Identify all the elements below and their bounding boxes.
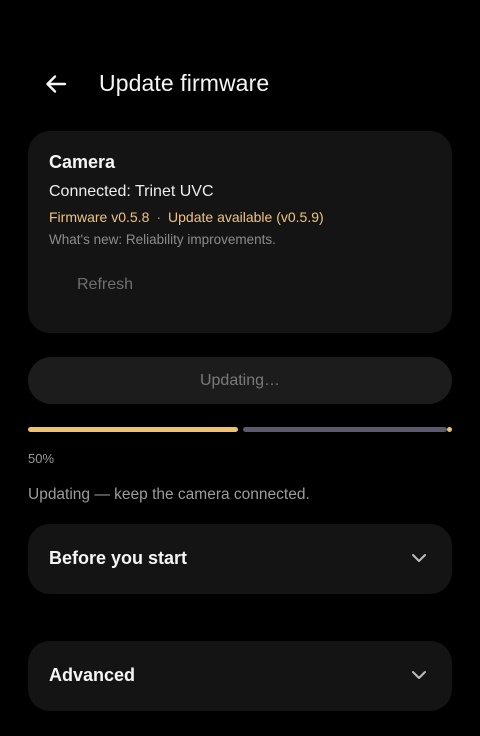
progress-percent: 50% <box>28 451 55 466</box>
firmware-info: Firmware v0.5.8 · Update available (v0.5.9… <box>49 209 324 225</box>
chevron-down-icon <box>412 671 426 679</box>
arrow-left-icon <box>46 75 67 93</box>
app-bar: Update firmware <box>0 56 480 112</box>
progress-fill <box>28 427 238 432</box>
advanced-section[interactable]: Advanced <box>28 641 452 711</box>
device-card: Camera Connected: Trinet UVC Firmware v0… <box>28 131 452 333</box>
updating-button[interactable]: Updating… <box>28 357 452 404</box>
firmware-current-version: Firmware v0.5.8 <box>49 209 150 225</box>
before-you-start-section[interactable]: Before you start <box>28 524 452 594</box>
progress-track <box>243 427 447 432</box>
connection-status: Connected: Trinet UVC <box>49 183 214 200</box>
separator-dot: · <box>156 209 162 225</box>
section-label: Before you start <box>49 548 188 568</box>
card-heading: Camera <box>49 152 116 172</box>
back-button[interactable] <box>36 64 76 104</box>
update-status-text: Updating — keep the camera connected. <box>28 486 310 503</box>
chevron-down-icon <box>412 554 426 562</box>
update-progress-bar <box>28 427 452 432</box>
update-available-text: Update available (v0.5.9) <box>168 209 324 225</box>
page-title: Update firmware <box>99 70 270 96</box>
whats-new-text: What's new: Reliability improvements. <box>49 232 276 247</box>
progress-end-dot <box>447 427 452 432</box>
refresh-button[interactable]: Refresh <box>49 267 161 303</box>
section-label: Advanced <box>49 665 136 685</box>
